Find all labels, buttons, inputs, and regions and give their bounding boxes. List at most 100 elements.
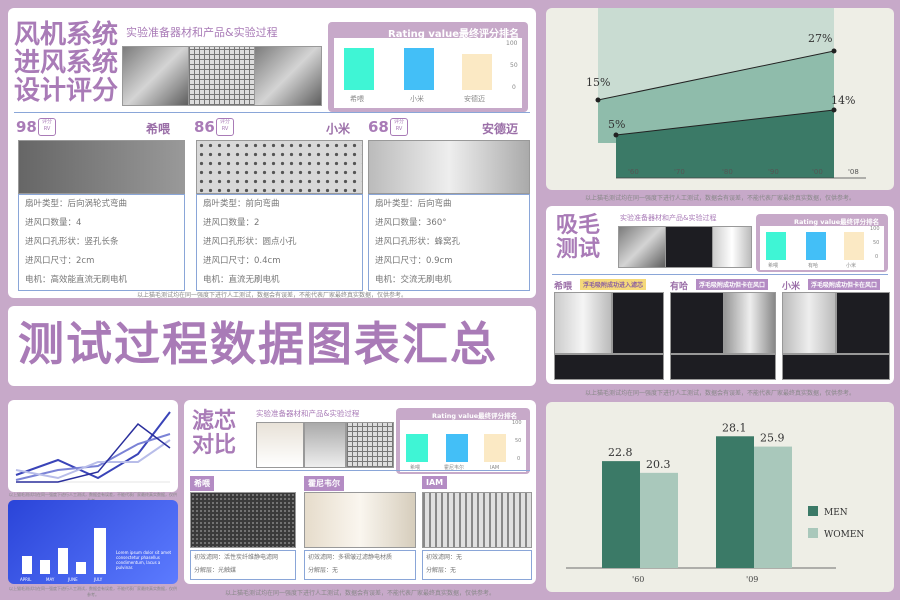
gender-chart-svg: MEN WOMEN '60 '09 22.8 20.3 28.1 25.9 xyxy=(566,421,864,584)
gender-value-label-women-2: 25.9 xyxy=(760,432,785,445)
filter-product-name-1: 希喂 xyxy=(190,476,214,491)
hair-rating-panel: Rating value最终评分排名 希喂 有哈 小米 100 50 0 xyxy=(756,214,888,272)
fan-score-3: 68 xyxy=(368,118,389,136)
fan-equipment-photo-3 xyxy=(254,46,322,106)
fan-spec-3-3: 进风口孔形状：蜂窝孔 xyxy=(375,237,461,247)
fan-rating-tick-50: 50 xyxy=(510,62,518,69)
blue-chart-footnote: 以上猫毛测试均在同一强度下进行人工测试，数据会有误差，不能代表厂家最终真实数据，… xyxy=(9,586,177,597)
filter-product-name-2: 霍尼韦尔 xyxy=(304,476,344,491)
blue-bar-3 xyxy=(58,548,68,574)
gender-value-label-men-1: 22.8 xyxy=(608,446,633,459)
fan-spec-box-3: 扇叶类型：后向弯曲 进风口数量：360° 进风口孔形状：蜂窝孔 进风口尺寸：0.… xyxy=(368,194,530,291)
fan-rv-badge-2: 评分 RV xyxy=(216,118,234,136)
area-label-14: 14% xyxy=(831,94,855,107)
filter-spec-box-2: 初效滤网：多褶皱过滤静电材质 分解层：无 xyxy=(304,550,416,580)
area-xtick-1: '60 xyxy=(628,168,639,176)
hair-product-photo-2a xyxy=(670,292,724,354)
filter-spec-box-1: 初效滤网：活性炭纤维静电滤网 分解层：光触媒 xyxy=(190,550,296,580)
fan-spec-3-2: 进风口数量：360° xyxy=(375,218,447,228)
area-point-1 xyxy=(595,97,601,103)
filter-spec-2-2: 分解层：无 xyxy=(308,567,339,574)
filter-card: 滤芯 对比 实验准备器材和产品&实验过程 Rating value最终评分排名 … xyxy=(184,400,536,584)
filter-divider xyxy=(190,470,530,471)
hair-rating-bar-2 xyxy=(806,232,826,260)
hair-product-photo-3b xyxy=(836,292,890,354)
gender-chart-card: MEN WOMEN '60 '09 22.8 20.3 28.1 25.9 xyxy=(546,402,894,592)
gender-xtick-2: '09 xyxy=(746,575,758,584)
filter-equip-photo-1 xyxy=(256,422,304,468)
legend-swatch-women xyxy=(808,528,818,538)
fan-spec-3-4: 进风口尺寸：0.9cm xyxy=(375,256,453,266)
area-point-2 xyxy=(831,48,837,54)
line-chart-svg xyxy=(15,411,171,483)
fan-rating-bar-3 xyxy=(462,54,492,90)
fan-spec-box-1: 扇叶类型：后向涡轮式弯曲 进风口数量：4 进风口孔形状：竖孔长条 进风口尺寸：2… xyxy=(18,194,185,291)
gender-xtick-1: '60 xyxy=(632,575,644,584)
hair-rating-tick-50: 50 xyxy=(873,240,880,246)
legend-label-men: MEN xyxy=(824,508,848,518)
fan-equipment-photo-1 xyxy=(122,46,189,106)
fan-spec-1-1: 扇叶类型：后向涡轮式弯曲 xyxy=(25,199,128,209)
filter-product-photo-2 xyxy=(304,492,416,548)
fan-product-photo-2 xyxy=(196,140,363,194)
hair-equip-photo-2 xyxy=(665,226,713,268)
fan-spec-3-1: 扇叶类型：后向弯曲 xyxy=(375,199,452,209)
fan-spec-1-3: 进风口孔形状：竖孔长条 xyxy=(25,237,119,247)
filter-rating-tick-100: 100 xyxy=(512,420,522,426)
hair-equip-photo-1 xyxy=(618,226,666,268)
gender-value-label-men-2: 28.1 xyxy=(722,421,747,434)
gender-bar-women-1 xyxy=(640,472,678,568)
fan-product-photo-1 xyxy=(18,140,185,194)
filter-rating-bar-3 xyxy=(484,434,506,462)
fan-spec-3-5: 电机：交流无刷电机 xyxy=(375,275,452,285)
hair-rating-tick-0: 0 xyxy=(875,254,879,260)
area-label-27: 27% xyxy=(808,32,832,45)
hair-divider xyxy=(552,274,888,275)
area-xtick-5: '00 xyxy=(812,168,823,176)
blue-month-1: APRIL xyxy=(20,577,32,582)
fan-product-name-1: 希喂 xyxy=(146,122,171,136)
filter-subtitle: 实验准备器材和产品&实验过程 xyxy=(256,409,360,418)
area-label-15: 15% xyxy=(586,76,610,89)
filter-rating-bar-2 xyxy=(446,434,468,462)
area-point-4 xyxy=(831,107,837,113)
hair-subtitle: 实验准备器材和产品&实验过程 xyxy=(620,214,717,222)
hair-product-photo-2b xyxy=(724,292,776,354)
filter-footnote: 以上猫毛测试均在同一强度下进行人工测试，数据会有误差，不能代表厂家最终真实数据，… xyxy=(224,590,495,597)
fan-title-1: 风机系统 xyxy=(14,20,119,50)
fan-rv-badge-1: 评分 RV xyxy=(38,118,56,136)
line-chart-card xyxy=(8,400,178,492)
hair-rating-plot: 希喂 有哈 小米 100 50 0 xyxy=(760,226,884,270)
hair-product-name-1: 希喂 xyxy=(554,282,573,292)
blue-month-4: JULY xyxy=(93,577,103,582)
fan-spec-2-5: 电机：直流无刷电机 xyxy=(203,275,280,285)
filter-spec-3-2: 分解层：无 xyxy=(426,567,457,574)
area-xtick-6: '08 xyxy=(848,168,859,176)
fan-rating-label-3: 安德迈 xyxy=(464,95,485,103)
fan-spec-1-5: 电机：高效能直流无刷电机 xyxy=(25,275,128,285)
blue-bar-1 xyxy=(22,556,32,574)
filter-rating-title: Rating value最终评分排名 xyxy=(432,412,518,420)
filter-spec-box-3: 初效滤网：无 分解层：无 xyxy=(422,550,532,580)
legend-label-women: WOMEN xyxy=(824,530,864,540)
filter-title-2: 对比 xyxy=(192,433,237,458)
filter-product-photo-3 xyxy=(422,492,532,548)
legend-swatch-men xyxy=(808,506,818,516)
hair-product-photo-3c xyxy=(782,354,890,380)
hair-rating-label-3: 小米 xyxy=(846,263,857,269)
filter-equip-photo-3 xyxy=(346,422,394,468)
hair-test-card: 吸毛 测试 实验准备器材和产品&实验过程 Rating value最终评分排名 … xyxy=(546,206,894,384)
fan-footnote: 以上猫毛测试均在同一强度下进行人工测试，数据会有误差，不能代表厂家最终真实数据，… xyxy=(136,292,407,299)
blue-chart-svg: APRIL MAY JUNE JULY xyxy=(20,528,106,582)
fan-rating-plot: 希喂 小米 安德迈 100 50 0 xyxy=(334,38,522,108)
fan-spec-2-3: 进风口孔形状：圆点小孔 xyxy=(203,237,297,247)
fan-rating-label-2: 小米 xyxy=(410,95,424,103)
fan-rating-panel: Rating value最终评分排名 希喂 小米 安德迈 100 50 0 xyxy=(328,22,528,112)
hair-product-photo-1c xyxy=(554,354,664,380)
fan-rating-label-1: 希喂 xyxy=(350,95,364,103)
line-series-1 xyxy=(15,411,171,480)
area-footnote: 以上猫毛测试均在同一强度下进行人工测试，数据会有误差，不能代表厂家最终真实数据，… xyxy=(584,195,855,202)
filter-spec-1-2: 分解层：光触媒 xyxy=(194,567,237,574)
blue-month-2: MAY xyxy=(46,577,55,582)
hair-rating-label-1: 希喂 xyxy=(768,263,779,269)
